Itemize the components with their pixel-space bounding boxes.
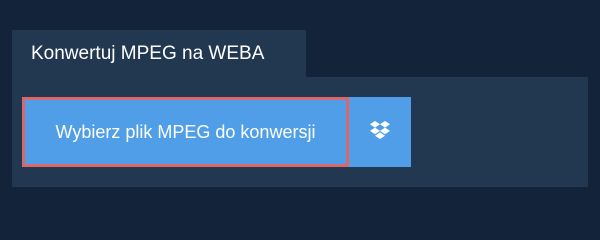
select-file-button[interactable]: Wybierz plik MPEG do konwersji (22, 97, 349, 167)
tab-title: Konwertuj MPEG na WEBA (31, 43, 265, 64)
converter-tab: Konwertuj MPEG na WEBA (12, 30, 306, 77)
select-file-label: Wybierz plik MPEG do konwersji (55, 122, 316, 142)
dropbox-button[interactable] (349, 97, 411, 167)
dropbox-icon (369, 121, 391, 141)
